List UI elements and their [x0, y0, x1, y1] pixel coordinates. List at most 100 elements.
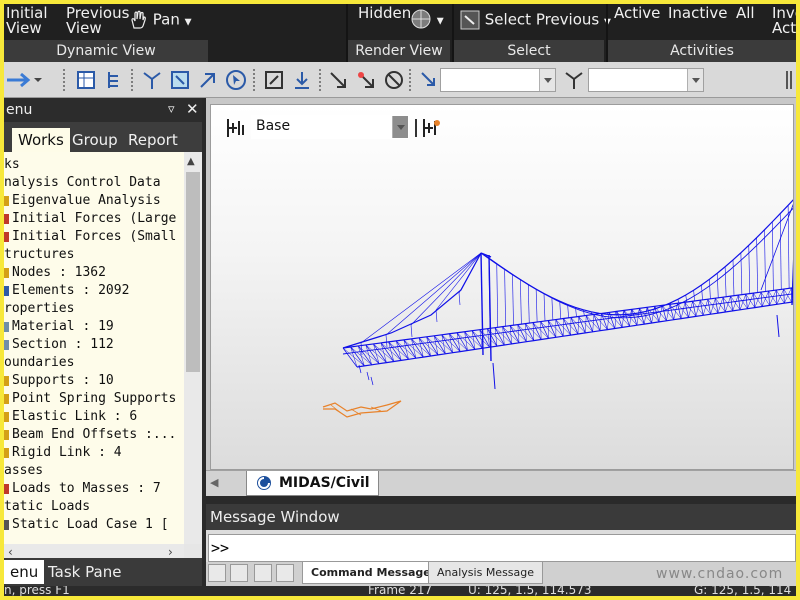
tree-item[interactable]: Section : 112 [4, 336, 114, 354]
tree-item[interactable]: nalysis Control Data [4, 174, 161, 192]
tree-node-icon [4, 231, 9, 242]
tree-item[interactable]: asses [4, 462, 43, 480]
node-table-button[interactable] [74, 68, 96, 90]
chevron-down-icon: ▼ [436, 16, 444, 27]
tab-report[interactable]: Report [122, 128, 184, 152]
tab-label: MIDAS/Civil [279, 475, 370, 491]
pan-button[interactable]: Pan ▼ [128, 10, 192, 31]
previous-view-button[interactable]: Previous View [66, 6, 129, 36]
tree-item-label: Point Spring Supports [12, 391, 177, 406]
command-input[interactable]: >> [208, 534, 796, 562]
element-filter-combo[interactable] [588, 68, 704, 92]
select-group-label: Select [454, 40, 604, 62]
tree-node-icon [4, 195, 9, 206]
tree-item[interactable]: Elements : 2092 [4, 282, 129, 300]
tab-scroll-left-icon[interactable]: ◀ [210, 476, 218, 489]
tree-item[interactable]: Initial Forces (Small [4, 228, 176, 246]
download-button[interactable] [290, 68, 312, 90]
initial-view-button[interactable]: Initial View [6, 6, 48, 36]
diagonal-arrow-icon [200, 73, 215, 88]
app-window: Initial View Previous View Pan ▼ Dynamic… [4, 4, 796, 596]
fit-view-button[interactable] [262, 68, 284, 90]
element-tree-button[interactable] [102, 68, 124, 90]
select-diagonal-button[interactable] [196, 68, 218, 90]
tree-item-label: Section : 112 [12, 337, 114, 352]
tree-item-label: asses [4, 463, 44, 478]
activities-group: Active Inactive All Inve Act Activities [608, 4, 796, 62]
scrollbar-thumb[interactable] [186, 172, 200, 372]
last-tab-button[interactable] [276, 564, 294, 582]
select-window-button[interactable] [168, 68, 190, 90]
tree-item[interactable]: Eigenvalue Analysis [4, 192, 161, 210]
chevron-down-icon[interactable] [539, 69, 555, 91]
branch-select-button[interactable] [562, 68, 584, 90]
select-branch-button[interactable] [140, 68, 162, 90]
chevron-down-icon[interactable] [687, 69, 703, 91]
tab-command-message[interactable]: Command Message [302, 562, 440, 584]
scroll-right-icon[interactable]: › [168, 545, 173, 559]
tree-item[interactable]: tatic Loads [4, 498, 90, 516]
selection-filter-combo[interactable] [440, 68, 556, 92]
active-button[interactable]: Active [614, 6, 660, 21]
command-prompt: >> [211, 539, 230, 557]
inactive-button[interactable]: Inactive [668, 6, 728, 21]
tree-item[interactable]: Supports : 10 [4, 372, 114, 390]
select-arrow-button[interactable] [416, 68, 438, 90]
delete-node-button[interactable] [382, 68, 404, 90]
rotate-node-button[interactable] [354, 68, 376, 90]
next-tab-button[interactable] [254, 564, 272, 582]
tab-midas-civil[interactable]: MIDAS/Civil [246, 471, 379, 496]
toolbar-grip[interactable] [782, 68, 796, 90]
tab-task-pane[interactable]: Task Pane [42, 560, 127, 584]
tree-item-label: Initial Forces (Small [12, 229, 177, 244]
all-button[interactable]: All [736, 6, 755, 21]
panel-title-bar: enu ▿ ✕ [4, 98, 202, 122]
tree-node-icon [4, 483, 9, 494]
close-icon[interactable]: ✕ [186, 97, 199, 121]
model-viewport[interactable]: Base [210, 104, 794, 470]
hidden-button[interactable]: Hidden [358, 6, 411, 21]
select-group: Select Previous ▼ Select [454, 4, 611, 62]
tab-analysis-message[interactable]: Analysis Message [428, 562, 544, 584]
tree-item[interactable]: Elastic Link : 6 [4, 408, 137, 426]
tree-vertical-scrollbar[interactable]: ▲ [184, 152, 202, 544]
view-tabs: ◀ MIDAS/Civil [206, 470, 796, 496]
branch-select-icon [565, 72, 583, 89]
scroll-up-icon[interactable]: ▲ [187, 156, 195, 167]
tree-item[interactable]: Initial Forces (Large [4, 210, 176, 228]
tree-item[interactable]: Static Load Case 1 [ [4, 516, 169, 534]
tree-node-icon [4, 267, 9, 278]
tree-item-label: Rigid Link : 4 [12, 445, 122, 460]
tree-node-icon [4, 321, 9, 332]
tree-item-label: Elements : 2092 [12, 283, 130, 298]
render-view-group: Hidden ▼ Render View [348, 4, 450, 62]
inverse-active-button[interactable]: Inve Act [772, 6, 796, 36]
tree-item[interactable]: Rigid Link : 4 [4, 444, 122, 462]
select-previous-button[interactable]: Select Previous ▼ [460, 10, 611, 31]
tree-item[interactable]: ks [4, 156, 20, 174]
status-help-text: n, press F1 [4, 586, 70, 596]
tab-works[interactable]: Works [12, 128, 70, 152]
pin-icon[interactable]: ▿ [168, 98, 175, 122]
tab-menu[interactable]: enu [4, 560, 45, 584]
scroll-left-icon[interactable]: ‹ [8, 545, 13, 559]
tree-item[interactable]: Nodes : 1362 [4, 264, 106, 282]
tree-item[interactable]: Beam End Offsets :... [4, 426, 176, 444]
arrow-right-icon [7, 72, 42, 88]
tree-node-icon [4, 213, 9, 224]
tree-item[interactable]: tructures [4, 246, 74, 264]
tree-item[interactable]: Material : 19 [4, 318, 114, 336]
navigate-arrow-button[interactable] [4, 68, 42, 90]
tree-item[interactable]: roperties [4, 300, 74, 318]
previous-tab-button[interactable] [230, 564, 248, 582]
render-mode-button[interactable]: ▼ [410, 8, 444, 30]
first-tab-button[interactable] [208, 564, 226, 582]
tree-item[interactable]: Point Spring Supports [4, 390, 176, 408]
tree-item[interactable]: oundaries [4, 354, 74, 372]
tab-group[interactable]: Group [66, 128, 124, 152]
status-u-coordinate: U: 125, 1.5, 114.573 [468, 586, 592, 596]
tree-item[interactable]: Loads to Masses : 7 [4, 480, 161, 498]
tree-node-icon [4, 285, 9, 296]
pointer-button[interactable] [224, 68, 246, 90]
move-node-button[interactable] [326, 68, 348, 90]
